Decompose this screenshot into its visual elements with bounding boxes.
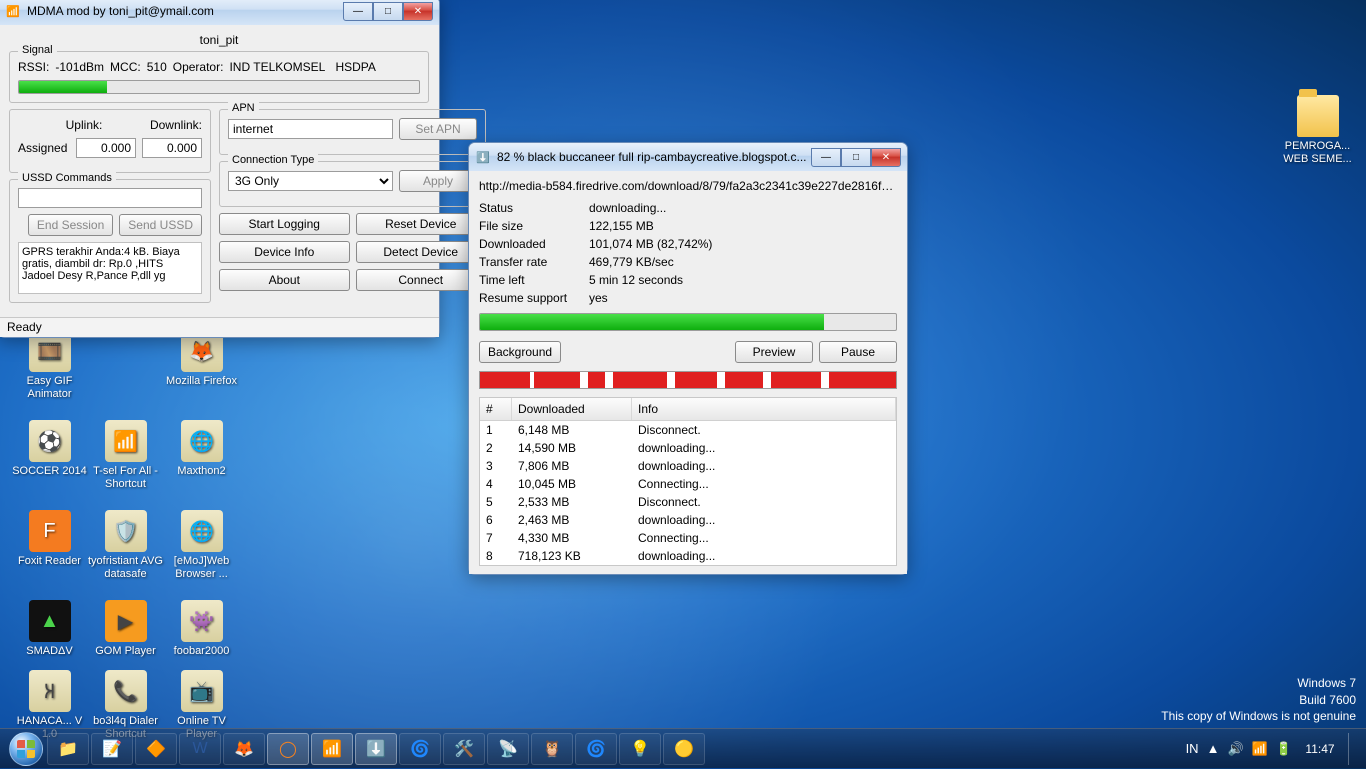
close-button[interactable]: ✕ <box>871 148 901 167</box>
tb-idm[interactable]: ⬇️ <box>355 733 397 765</box>
device-info-button[interactable]: Device Info <box>219 241 350 263</box>
mdma-user: toni_pit <box>9 33 429 47</box>
about-button[interactable]: About <box>219 269 350 291</box>
close-button[interactable]: ✕ <box>403 2 433 21</box>
table-row[interactable]: 214,590 MBdownloading... <box>480 439 896 457</box>
mode-value: HSDPA <box>335 60 375 74</box>
pause-button[interactable]: Pause <box>819 341 897 363</box>
table-row[interactable]: 62,463 MBdownloading... <box>480 511 896 529</box>
conn-type-select[interactable]: 3G Only <box>228 171 393 191</box>
operator-value: IND TELKOMSEL <box>229 60 329 74</box>
threads-table: # Downloaded Info 16,148 MBDisconnect.21… <box>479 397 897 566</box>
apn-input[interactable] <box>228 119 393 139</box>
tb-vlc[interactable]: 🔶 <box>135 733 177 765</box>
idm-titlebar[interactable]: ⬇️ 82 % black buccaneer full rip-cambayc… <box>469 143 907 171</box>
idm-info: Statusdownloading... File size122,155 MB… <box>479 201 897 305</box>
start-button[interactable] <box>6 729 46 769</box>
icon-firefox[interactable]: 🦊Mozilla Firefox <box>164 330 239 388</box>
connect-button[interactable]: Connect <box>356 269 487 291</box>
rssi-value: -101dBm <box>55 60 104 74</box>
table-row[interactable]: 52,533 MBDisconnect. <box>480 493 896 511</box>
table-row[interactable]: 37,806 MBdownloading... <box>480 457 896 475</box>
network-icon[interactable]: 📶 <box>1252 741 1268 757</box>
table-row[interactable]: 16,148 MBDisconnect. <box>480 421 896 439</box>
reset-device-button[interactable]: Reset Device <box>356 213 487 235</box>
mdma-window: 📶 MDMA mod by toni_pit@ymail.com — □ ✕ t… <box>0 0 440 338</box>
ussd-input[interactable] <box>18 188 202 208</box>
battery-icon[interactable]: 🔋 <box>1276 741 1292 757</box>
minimize-button[interactable]: — <box>811 148 841 167</box>
taskbar: 📁 📝 🔶 W 🦊 ◯ 📶 ⬇️ 🌀 🛠️ 📡 🦉 🌀 💡 🟡 IN ▲ 🔊 📶… <box>0 728 1366 768</box>
tray-up-icon[interactable]: ▲ <box>1207 741 1220 756</box>
downlink-input[interactable] <box>142 138 202 158</box>
tb-explorer[interactable]: 📁 <box>47 733 89 765</box>
preview-button[interactable]: Preview <box>735 341 813 363</box>
mdma-statusbar: Ready <box>0 317 439 337</box>
ussd-log: GPRS terakhir Anda:4 kB. Biaya gratis, d… <box>18 242 202 294</box>
icon-easy-gif[interactable]: 🎞️Easy GIF Animator <box>12 330 87 400</box>
table-row[interactable]: 410,045 MBConnecting... <box>480 475 896 493</box>
icon-foobar[interactable]: 👾foobar2000 <box>164 600 239 658</box>
icon-emoj[interactable]: 🌐[eMoJ]Web Browser ... <box>164 510 239 580</box>
background-button[interactable]: Background <box>479 341 561 363</box>
tb-app3[interactable]: 📡 <box>487 733 529 765</box>
idm-title: 82 % black buccaneer full rip-cambaycrea… <box>497 150 807 164</box>
tb-app6[interactable]: 💡 <box>619 733 661 765</box>
mdma-app-icon: 📶 <box>5 3 21 19</box>
apply-button[interactable]: Apply <box>399 170 477 192</box>
mdma-titlebar[interactable]: 📶 MDMA mod by toni_pit@ymail.com — □ ✕ <box>0 0 439 25</box>
mdma-title: MDMA mod by toni_pit@ymail.com <box>27 4 214 18</box>
tb-chrome[interactable]: 🟡 <box>663 733 705 765</box>
volume-icon[interactable]: 🔊 <box>1227 741 1243 757</box>
tb-app2[interactable]: 🛠️ <box>443 733 485 765</box>
tb-word[interactable]: W <box>179 733 221 765</box>
start-logging-button[interactable]: Start Logging <box>219 213 350 235</box>
detect-device-button[interactable]: Detect Device <box>356 241 487 263</box>
icon-foxit[interactable]: FFoxit Reader <box>12 510 87 568</box>
system-tray[interactable]: IN ▲ 🔊 📶 🔋 11:47 <box>1186 733 1360 765</box>
idm-window: ⬇️ 82 % black buccaneer full rip-cambayc… <box>468 142 908 575</box>
icon-pemroga-folder[interactable]: PEMROGA... WEB SEME... <box>1280 95 1355 165</box>
send-ussd-button[interactable]: Send USSD <box>119 214 202 236</box>
segment-strip <box>479 371 897 389</box>
icon-tsel[interactable]: 📶T-sel For All - Shortcut <box>88 420 163 490</box>
download-icon: ⬇️ <box>475 149 491 165</box>
maximize-button[interactable]: □ <box>841 148 871 167</box>
watermark: Windows 7 Build 7600 This copy of Window… <box>1161 675 1356 724</box>
tb-firefox[interactable]: 🦊 <box>223 733 265 765</box>
mcc-value: 510 <box>147 60 167 74</box>
idm-url: http://media-b584.firedrive.com/download… <box>479 179 897 193</box>
signal-bar <box>18 80 420 94</box>
show-desktop[interactable] <box>1348 733 1356 765</box>
tb-firedrive[interactable]: ◯ <box>267 733 309 765</box>
tb-app1[interactable]: 🌀 <box>399 733 441 765</box>
clock[interactable]: 11:47 <box>1300 742 1340 756</box>
minimize-button[interactable]: — <box>343 2 373 21</box>
icon-avg[interactable]: 🛡️tyofristiant AVG datasafe <box>88 510 163 580</box>
tb-app4[interactable]: 🦉 <box>531 733 573 765</box>
set-apn-button[interactable]: Set APN <box>399 118 477 140</box>
tb-mdma[interactable]: 📶 <box>311 733 353 765</box>
table-row[interactable]: 74,330 MBConnecting... <box>480 529 896 547</box>
idm-progress <box>479 313 897 331</box>
icon-gom[interactable]: ▶GOM Player <box>88 600 163 658</box>
icon-soccer[interactable]: ⚽SOCCER 2014 <box>12 420 87 478</box>
lang-indicator[interactable]: IN <box>1186 741 1199 756</box>
icon-smadav[interactable]: ▲SMADΔV <box>12 600 87 658</box>
end-session-button[interactable]: End Session <box>28 214 113 236</box>
tb-app5[interactable]: 🌀 <box>575 733 617 765</box>
maximize-button[interactable]: □ <box>373 2 403 21</box>
signal-legend: Signal <box>18 44 57 56</box>
uplink-input[interactable] <box>76 138 136 158</box>
icon-maxthon[interactable]: 🌐Maxthon2 <box>164 420 239 478</box>
table-row[interactable]: 8718,123 KBdownloading... <box>480 547 896 565</box>
tb-notepad[interactable]: 📝 <box>91 733 133 765</box>
